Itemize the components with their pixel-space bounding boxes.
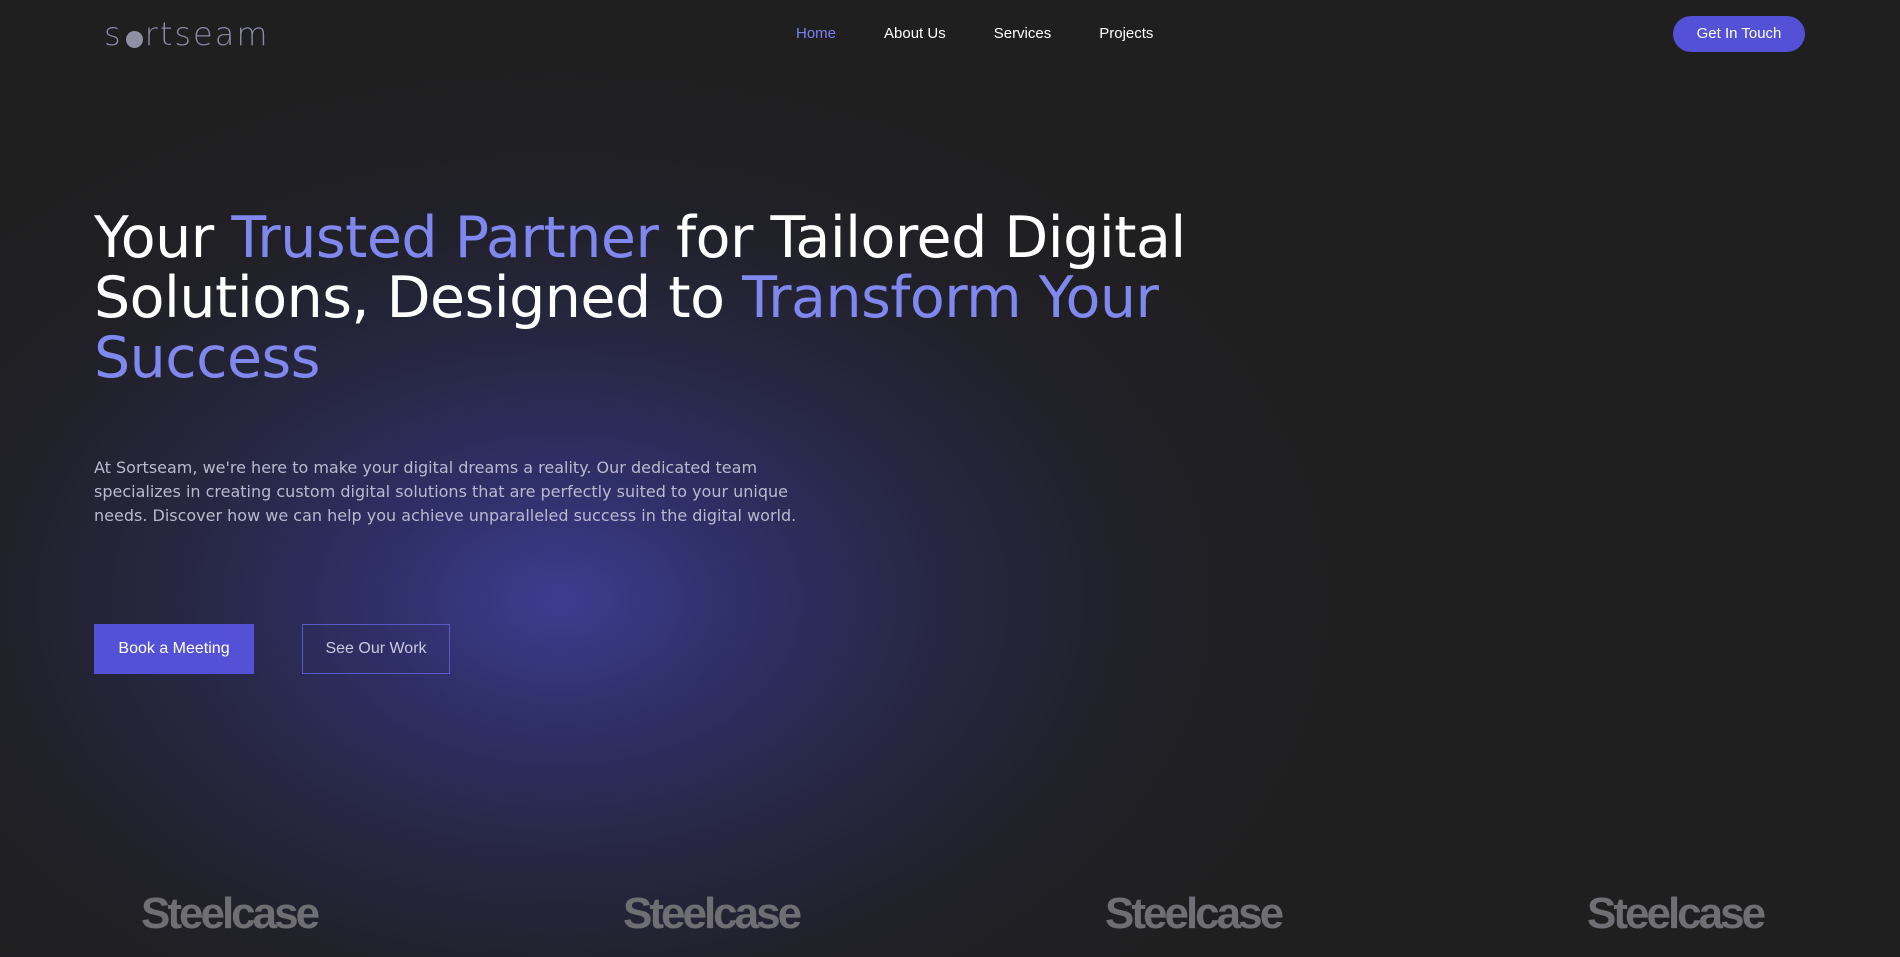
logo-text-end: rtseam: [144, 15, 270, 53]
hero-intro-paragraph: At Sortseam, we're here to make your dig…: [94, 458, 797, 525]
brand-logo[interactable]: s rtseam: [104, 14, 270, 54]
client-logos: Steelcase Steelcase Steelcase Steelcase: [0, 888, 1900, 948]
nav-item-about-us[interactable]: About Us: [884, 24, 946, 44]
book-meeting-button[interactable]: Book a Meeting: [94, 624, 254, 674]
site-header: s rtseam Home About Us Services Projects…: [0, 0, 1900, 68]
logo-circle-icon: [125, 30, 143, 48]
nav-item-services[interactable]: Services: [994, 24, 1052, 44]
client-logo: Steelcase: [1587, 889, 1766, 938]
client-logo: Steelcase: [141, 889, 320, 938]
logo-text-start: s: [104, 15, 123, 53]
main-nav: Home About Us Services Projects: [796, 24, 1153, 44]
client-logo: Steelcase: [623, 889, 802, 938]
get-in-touch-button[interactable]: Get In Touch: [1673, 16, 1805, 52]
hero-headline: Your Trusted Partner for Tailored Digita…: [94, 208, 1294, 388]
nav-item-home[interactable]: Home: [796, 24, 836, 44]
client-logo: Steelcase: [1105, 889, 1284, 938]
headline-highlight-1: Trusted Partner: [231, 205, 659, 271]
nav-item-projects[interactable]: Projects: [1099, 24, 1153, 44]
headline-text-1: Your: [94, 205, 232, 271]
see-our-work-button[interactable]: See Our Work: [302, 624, 450, 674]
